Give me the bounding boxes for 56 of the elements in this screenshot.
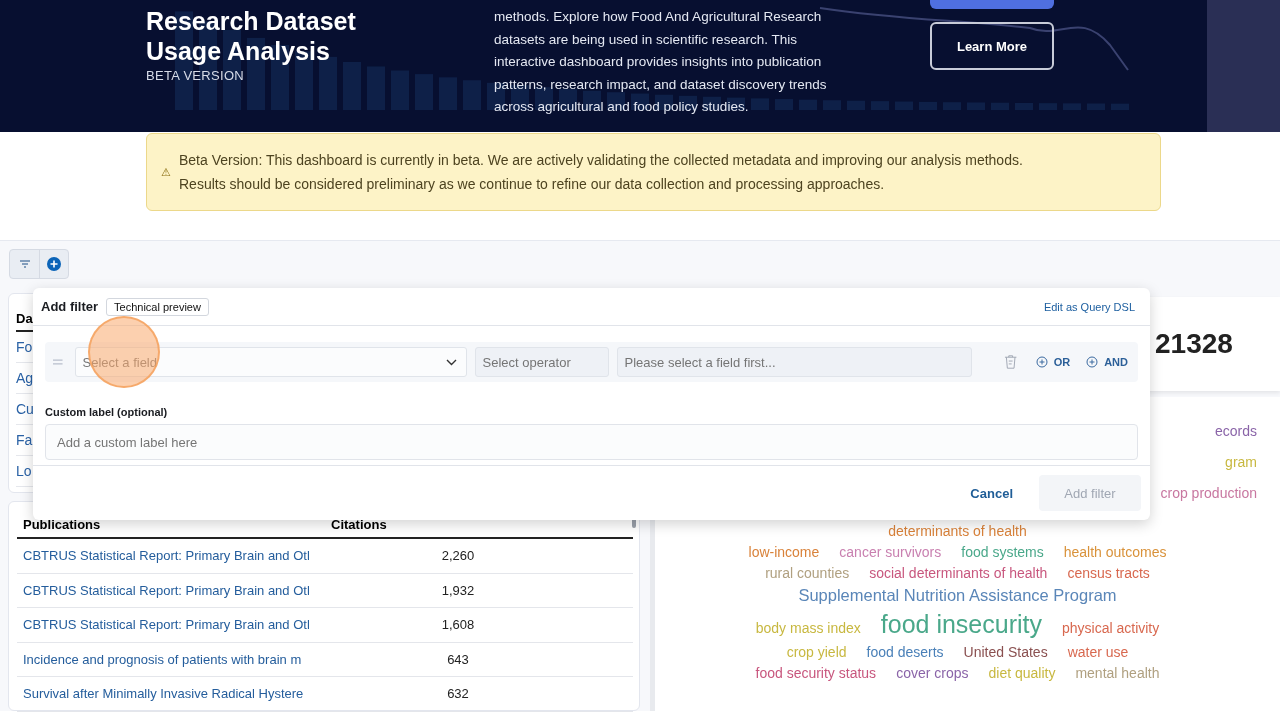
cloud-word: census tracts [1067, 565, 1150, 581]
cloud-word: ecords [1214, 423, 1257, 439]
cloud-word: United States [963, 644, 1048, 660]
cloud-word: determinants of health [888, 523, 1027, 539]
table-cell-text: 1,608 [440, 617, 476, 633]
cloud-word: food insecurity [880, 610, 1042, 639]
cloud-word: rural counties [765, 565, 850, 581]
delete-icon[interactable] [1004, 354, 1018, 370]
cloud-word: Supplemental Nutrition Assistance Program [798, 586, 1117, 605]
cloud-word: body mass index [755, 620, 861, 636]
publication-link[interactable]: CBTRUS Statistical Report: Primary Brain and Otl [23, 582, 310, 598]
and-button[interactable]: AND [1082, 356, 1132, 368]
query-dsl-link[interactable]: Edit as Query DSL [1043, 300, 1135, 313]
beta-notice-text: Beta Version: This dashboard is currently in beta. We are actively validating the collected metadata and improving our analysis methods. Results should be considered preliminary as we continue to refine our data collection and processing approaches. [179, 151, 1023, 194]
cloud-word: crop yield [786, 644, 847, 660]
table-cell-text: 1,932 [440, 582, 476, 598]
publication-link[interactable]: CBTRUS Statistical Report: Primary Brain and Otl [23, 617, 310, 633]
cloud-word: health outcomes [1063, 544, 1167, 560]
description-text: methods. Explore how Food And Agricultural Research datasets are being used in scientific research. This interactive dashboard provides insights into publication patterns, research impact, and dataset discovery trends across agricultural and food policy studies. [494, 8, 828, 116]
custom-label-field[interactable]: Add a custom label here [45, 424, 1138, 460]
or-button[interactable]: OR [1031, 356, 1075, 368]
page-title: Research Dataset Usage Analysis [146, 6, 357, 66]
cloud-word: food systems [961, 544, 1044, 560]
cloud-word: food security status [755, 665, 877, 681]
table-cell-text: 632 [446, 686, 470, 702]
cloud-word: social determinants of health [869, 565, 1048, 581]
chevron-down-icon [445, 359, 457, 366]
filter-icon [19, 260, 30, 268]
cloud-word: diet quality [988, 665, 1056, 681]
column-header: Citations [330, 517, 387, 532]
cancel-button[interactable]: Cancel [964, 484, 1019, 502]
cloud-word: food deserts [866, 644, 944, 660]
plus-circle-icon [1035, 356, 1048, 368]
table-cell-text: 2,260 [440, 548, 476, 564]
cloud-word: low-income [748, 544, 820, 560]
stat-value: 21328 [1155, 328, 1233, 360]
cloud-word: water use [1067, 644, 1129, 660]
publication-link[interactable]: Survival after Minimally Invasive Radical Hystere [23, 686, 304, 702]
cloud-word: gram [1225, 454, 1257, 470]
cloud-word: mental health [1075, 665, 1160, 681]
field-label: Custom label (optional) [45, 406, 169, 418]
drag-handle-icon[interactable] [53, 359, 63, 365]
plus-circle-icon [1086, 356, 1099, 368]
publication-link[interactable]: Incidence and prognosis of patients with brain m [23, 651, 302, 667]
learn-more-button[interactable]: Learn More [930, 22, 1054, 70]
warning-icon: ⚠ [161, 165, 171, 179]
publication-link[interactable]: CBTRUS Statistical Report: Primary Brain and Otl [23, 548, 310, 564]
cloud-word: cancer survivors [839, 544, 942, 560]
cloud-word: crop production [1160, 485, 1257, 501]
cloud-word: cover crops [896, 665, 969, 681]
preview-badge: Technical preview [106, 297, 209, 316]
cloud-word: physical activity [1062, 620, 1160, 636]
table-cell-text: 643 [446, 651, 470, 667]
column-header: Publications [22, 517, 102, 532]
page-subtitle: BETA VERSION [146, 68, 245, 83]
plus-circle-icon [46, 256, 62, 272]
